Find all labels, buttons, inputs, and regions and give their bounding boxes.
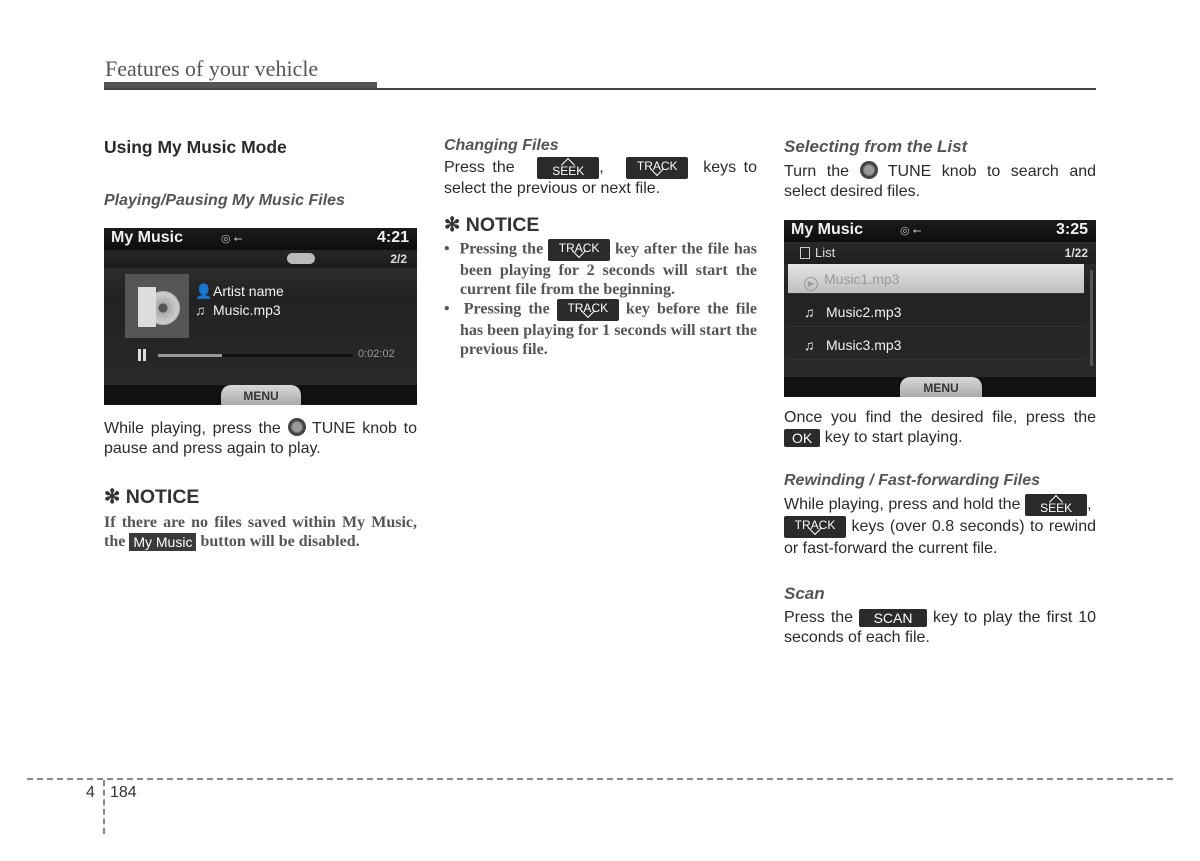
list-item[interactable]: ♫ Music2.mp3 [788,297,1084,327]
album-art-icon [125,274,189,338]
scan-key: SCAN [859,609,928,628]
sleeve-icon [138,287,156,327]
column-3: Selecting from the List Turn the TUNE kn… [784,137,1096,202]
text-fragment: , [1087,496,1092,514]
music-note-icon: ♫ [804,337,815,353]
notice-bullet: • Pressing the TRACK key after the file … [444,239,758,298]
scan-text: Press the SCAN key to play the first 10 … [784,608,1096,648]
list-count: 1/22 [1064,246,1088,260]
track-key: TRACK [626,157,689,179]
select-list-text: Turn the TUNE knob to search and select … [784,161,1096,202]
column-2: Changing Files Press the SEEK, TRACK key… [444,137,757,359]
screen-clock: 4:21 [376,229,409,246]
text-fragment: Once you find the desired file, press th… [784,409,1096,426]
screen-title: My Music [791,221,864,238]
list-title: List [815,245,836,260]
text-fragment: Pressing the [459,240,544,258]
header-rule [104,88,1096,90]
text-fragment: Press the [784,609,854,627]
pause-icon[interactable] [138,349,146,361]
notice-title: ✻ NOTICE [444,214,540,236]
rewind-text: While playing, press and hold the SEEK, … [784,494,1096,560]
usb-source-icon: ◎ ⭠ [221,233,243,245]
key-label: SEEK [552,164,585,178]
footer-divider [103,780,105,834]
list-item-label: Music3.mp3 [826,337,902,353]
text-fragment: Press the [444,159,515,177]
footer-rule [27,778,1173,780]
subsection-title: Changing Files [444,137,559,154]
seek-key: SEEK [1025,494,1088,516]
screen-topbar: My Music ◎ ⭠ 3:25 [784,220,1096,242]
text-fragment: Pressing the [463,300,550,318]
my-music-play-screen: My Music ◎ ⭠ 4:21 2/2 👤Artist name ♫ Musi… [104,228,417,405]
column-1-lower: While playing, press the TUNE knob to pa… [104,418,417,552]
menu-button[interactable]: MENU [900,377,982,397]
elapsed-time: 0:02:02 [358,348,395,360]
subsection-title: Rewinding / Fast-forwarding Files [784,472,1041,489]
text-fragment: button will be disabled. [200,533,360,550]
artist-line: 👤Artist name [195,283,284,300]
subsection-title: Scan [784,584,825,604]
text-fragment: While playing, press the [104,420,281,437]
notice-bullet: • Pressing the TRACK key before the file… [444,299,758,358]
page-number: 184 [110,784,137,801]
my-music-key: My Music [129,533,197,552]
file-name: Music.mp3 [213,302,281,318]
list-item-label: Music2.mp3 [826,304,902,320]
track-key: TRACK [784,516,846,539]
my-music-list-screen: My Music ◎ ⭠ 3:25 List 1/22 ▶ Music1.mp3 … [784,220,1096,397]
screen-topbar: My Music ◎ ⭠ 4:21 [104,228,417,250]
text-fragment: While playing, press and hold the [784,496,1021,514]
notice-title: ✻ NOTICE [104,486,200,508]
seek-key: SEEK [537,157,600,179]
column-3-lower: Once you find the desired file, press th… [784,408,1096,648]
section-title: Using My Music Mode [104,137,287,157]
artist-name: Artist name [213,283,284,299]
track-key: TRACK [548,239,611,261]
tune-knob-icon [859,161,878,179]
list-icon [800,247,810,259]
list-label: List [800,245,835,260]
screen-clock: 3:25 [1055,221,1088,238]
screen-title: My Music [111,229,184,246]
usb-source-icon: ◎ ⭠ [900,225,922,237]
text-fragment: key to start playing. [824,429,963,446]
person-icon: 👤 [195,283,213,299]
ok-key-text: Once you find the desired file, press th… [784,408,1096,448]
column-1: Using My Music Mode Playing/Pausing My M… [104,137,417,210]
file-line: ♫ Music.mp3 [195,302,281,318]
subsection-title: Playing/Pausing My Music Files [104,192,345,209]
list-header: List 1/22 [784,242,1096,264]
chapter-number: 4 [86,784,95,801]
menu-button[interactable]: MENU [221,385,301,405]
subsection-title: Selecting from the List [784,137,968,156]
track-count: 2/2 [390,252,407,266]
text-fragment: Turn the [784,163,850,180]
changing-files-text: Press the SEEK, TRACK keys to select the… [444,157,757,199]
notice-text: If there are no files saved within My Mu… [104,513,417,552]
list-item[interactable]: ♫ Music3.mp3 [788,330,1084,360]
track-key: TRACK [556,299,619,321]
list-item[interactable]: ▶ Music1.mp3 [788,264,1084,294]
scrollbar[interactable] [1090,270,1093,366]
ok-key: OK [784,428,821,447]
music-note-icon: ♫ [804,304,815,320]
screen-subbar: 2/2 [104,250,417,268]
text-fragment: , [599,159,604,177]
tune-knob-icon [287,418,306,436]
progress-fill [158,354,223,357]
header-title: Features of your vehicle [105,56,319,81]
list-item-label: Music1.mp3 [824,271,900,287]
progress-bar[interactable] [158,354,353,357]
play-icon: ▶ [804,277,818,291]
repeat-mode-icon [287,253,315,264]
music-note-icon: ♫ [195,302,206,318]
key-label: SEEK [1040,501,1073,515]
tune-pause-text: While playing, press the TUNE knob to pa… [104,418,417,459]
